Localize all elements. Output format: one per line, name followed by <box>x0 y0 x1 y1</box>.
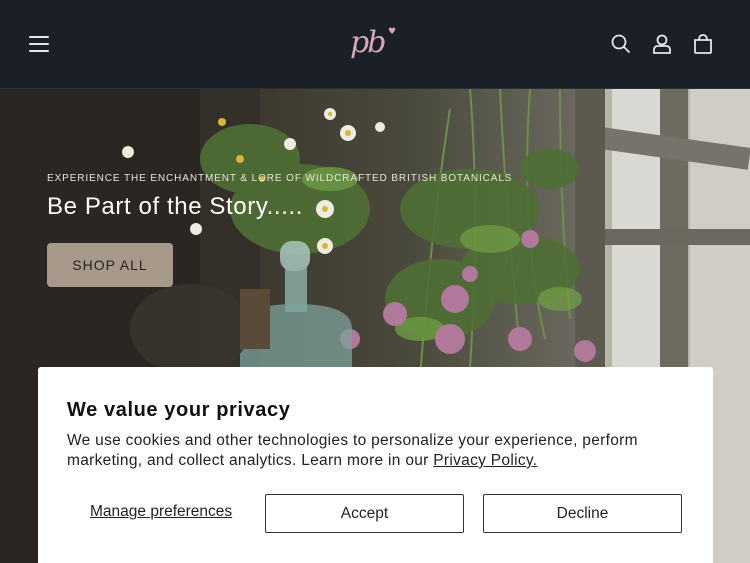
hero-title: Be Part of the Story..... <box>47 193 303 220</box>
cookie-body-text: We use cookies and other technologies to… <box>67 432 638 469</box>
shop-all-button[interactable]: SHOP ALL <box>47 243 173 287</box>
account-icon[interactable] <box>651 33 673 55</box>
search-icon[interactable] <box>610 33 632 55</box>
manage-preferences-link[interactable]: Manage preferences <box>90 503 232 521</box>
cart-icon[interactable] <box>692 33 714 55</box>
cookie-banner-body: We use cookies and other technologies to… <box>67 431 677 471</box>
site-logo[interactable]: pb ♥ <box>344 15 404 70</box>
site-header: pb ♥ <box>0 0 750 89</box>
cookie-consent-banner: We value your privacy We use cookies and… <box>38 367 713 563</box>
decline-button[interactable]: Decline <box>483 494 682 533</box>
privacy-policy-link[interactable]: Privacy Policy. <box>433 452 537 469</box>
accept-button[interactable]: Accept <box>265 494 464 533</box>
hamburger-menu-icon[interactable] <box>29 36 49 54</box>
hero-kicker: EXPERIENCE THE ENCHANTMENT & LORE OF WIL… <box>47 173 513 184</box>
cookie-banner-title: We value your privacy <box>67 399 291 421</box>
heart-icon: ♥ <box>388 27 397 37</box>
logo-text: pb <box>350 25 386 60</box>
